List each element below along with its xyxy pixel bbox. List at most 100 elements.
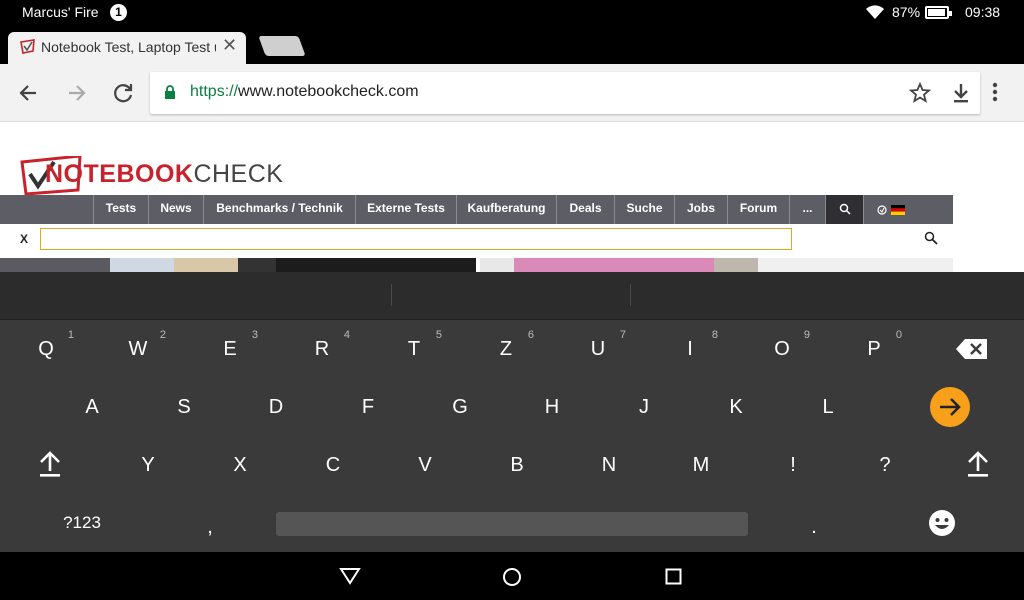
lock-icon bbox=[164, 85, 176, 99]
key-v[interactable]: V bbox=[379, 436, 471, 494]
shift-left-icon[interactable] bbox=[4, 436, 96, 494]
new-tab-button[interactable] bbox=[258, 36, 306, 56]
key-z[interactable]: Z6 bbox=[460, 320, 552, 378]
key-s[interactable]: S bbox=[138, 378, 230, 436]
tab-close-icon[interactable]: ✕ bbox=[222, 35, 237, 56]
key-o-number: 9 bbox=[803, 329, 810, 341]
key-n[interactable]: N bbox=[563, 436, 655, 494]
nav-forum[interactable]: Forum bbox=[727, 195, 789, 224]
download-icon[interactable] bbox=[949, 81, 973, 110]
key-l[interactable]: L bbox=[782, 378, 874, 436]
on-screen-keyboard: Q1 W2 E3 R4 T5 Z6 U7 I8 O9 P0 A S D F G … bbox=[0, 272, 1024, 552]
key-question[interactable]: ? bbox=[839, 436, 931, 494]
key-x[interactable]: X bbox=[194, 436, 286, 494]
nav-back-icon[interactable] bbox=[339, 567, 361, 590]
nav-benchmarks[interactable]: Benchmarks / Technik bbox=[203, 195, 355, 224]
emoji-icon[interactable] bbox=[896, 494, 988, 552]
key-c[interactable]: C bbox=[287, 436, 379, 494]
key-r[interactable]: R4 bbox=[276, 320, 368, 378]
key-j[interactable]: J bbox=[598, 378, 690, 436]
url-scheme: https:// bbox=[190, 83, 239, 100]
key-t-number: 5 bbox=[435, 329, 442, 341]
logo-check: CHECK bbox=[193, 160, 284, 188]
symbols-key[interactable]: ?123 bbox=[36, 494, 128, 552]
key-o[interactable]: O9 bbox=[736, 320, 828, 378]
tab-active[interactable]: Notebook Test, Laptop Test u ✕ bbox=[8, 32, 246, 64]
nav-news[interactable]: News bbox=[148, 195, 203, 224]
nav-more[interactable]: ... bbox=[789, 195, 825, 224]
language-flag-icon[interactable] bbox=[863, 195, 921, 224]
nav-kaufberatung[interactable]: Kaufberatung bbox=[456, 195, 556, 224]
key-w[interactable]: W2 bbox=[92, 320, 184, 378]
key-p-number: 0 bbox=[895, 329, 902, 341]
key-comma[interactable]: , bbox=[164, 498, 256, 556]
overflow-menu-icon[interactable] bbox=[992, 82, 998, 107]
site-navigation: Tests News Benchmarks / Technik Externe … bbox=[0, 195, 953, 224]
key-w-label: W bbox=[128, 338, 148, 360]
system-nav-bar bbox=[0, 552, 1024, 600]
notebookcheck-favicon-icon bbox=[20, 39, 36, 55]
key-o-label: O bbox=[774, 338, 790, 360]
key-t[interactable]: T5 bbox=[368, 320, 460, 378]
key-q[interactable]: Q1 bbox=[0, 320, 92, 378]
key-y[interactable]: Y bbox=[102, 436, 194, 494]
key-m[interactable]: M bbox=[655, 436, 747, 494]
nav-recents-icon[interactable] bbox=[665, 568, 682, 590]
key-p[interactable]: P0 bbox=[828, 320, 920, 378]
address-bar[interactable]: https://www.notebookcheck.com bbox=[150, 72, 980, 114]
site-search-input[interactable] bbox=[40, 228, 792, 250]
back-icon[interactable] bbox=[12, 76, 46, 110]
nav-externe-tests[interactable]: Externe Tests bbox=[355, 195, 456, 224]
tab-title: Notebook Test, Laptop Test u bbox=[41, 39, 216, 55]
url-text: https://www.notebookcheck.com bbox=[190, 83, 419, 101]
key-q-number: 1 bbox=[67, 329, 74, 341]
key-r-label: R bbox=[314, 338, 330, 360]
key-u-number: 7 bbox=[619, 329, 626, 341]
key-g[interactable]: G bbox=[414, 378, 506, 436]
key-u[interactable]: U7 bbox=[552, 320, 644, 378]
key-exclamation[interactable]: ! bbox=[747, 436, 839, 494]
site-search-bar: X bbox=[4, 224, 948, 254]
arrow-right-icon bbox=[940, 398, 961, 416]
search-close-button[interactable]: X bbox=[20, 232, 28, 246]
nav-tests[interactable]: Tests bbox=[93, 195, 148, 224]
suggestion-divider bbox=[630, 284, 631, 306]
key-d[interactable]: D bbox=[230, 378, 322, 436]
nav-search-icon[interactable] bbox=[825, 195, 863, 224]
key-f[interactable]: F bbox=[322, 378, 414, 436]
key-b[interactable]: B bbox=[471, 436, 563, 494]
site-logo-text[interactable]: NOTEBOOKCHECK bbox=[45, 160, 283, 189]
key-a[interactable]: A bbox=[46, 378, 138, 436]
key-e-number: 3 bbox=[251, 329, 258, 341]
key-h[interactable]: H bbox=[506, 378, 598, 436]
key-e-label: E bbox=[223, 338, 237, 360]
forward-icon[interactable] bbox=[59, 76, 93, 110]
nav-home-icon[interactable] bbox=[502, 567, 522, 592]
nav-suche[interactable]: Suche bbox=[614, 195, 674, 224]
reload-icon[interactable] bbox=[107, 76, 141, 110]
shift-right-icon[interactable] bbox=[932, 436, 1024, 494]
backspace-icon[interactable] bbox=[926, 320, 1018, 378]
key-u-label: U bbox=[590, 338, 606, 360]
nav-deals[interactable]: Deals bbox=[556, 195, 614, 224]
bookmark-star-icon[interactable] bbox=[908, 81, 932, 110]
key-w-number: 2 bbox=[159, 329, 166, 341]
search-icon[interactable] bbox=[924, 231, 938, 250]
logo-notebook: NOTEBOOK bbox=[45, 160, 194, 188]
battery-icon bbox=[925, 6, 952, 19]
article-thumbnails[interactable] bbox=[0, 258, 953, 272]
key-t-label: T bbox=[407, 338, 421, 360]
key-area: Q1 W2 E3 R4 T5 Z6 U7 I8 O9 P0 A S D F G … bbox=[0, 320, 1024, 552]
space-bar[interactable] bbox=[276, 512, 748, 536]
wifi-icon bbox=[865, 4, 885, 23]
key-i-label: I bbox=[687, 338, 693, 360]
key-i[interactable]: I8 bbox=[644, 320, 736, 378]
battery-percent: 87% bbox=[892, 4, 921, 20]
key-period[interactable]: . bbox=[768, 498, 860, 556]
key-e[interactable]: E3 bbox=[184, 320, 276, 378]
key-k[interactable]: K bbox=[690, 378, 782, 436]
url-host: www.notebookcheck.com bbox=[238, 83, 419, 100]
enter-go-button[interactable] bbox=[930, 387, 970, 427]
nav-jobs[interactable]: Jobs bbox=[674, 195, 727, 224]
key-i-number: 8 bbox=[711, 329, 718, 341]
